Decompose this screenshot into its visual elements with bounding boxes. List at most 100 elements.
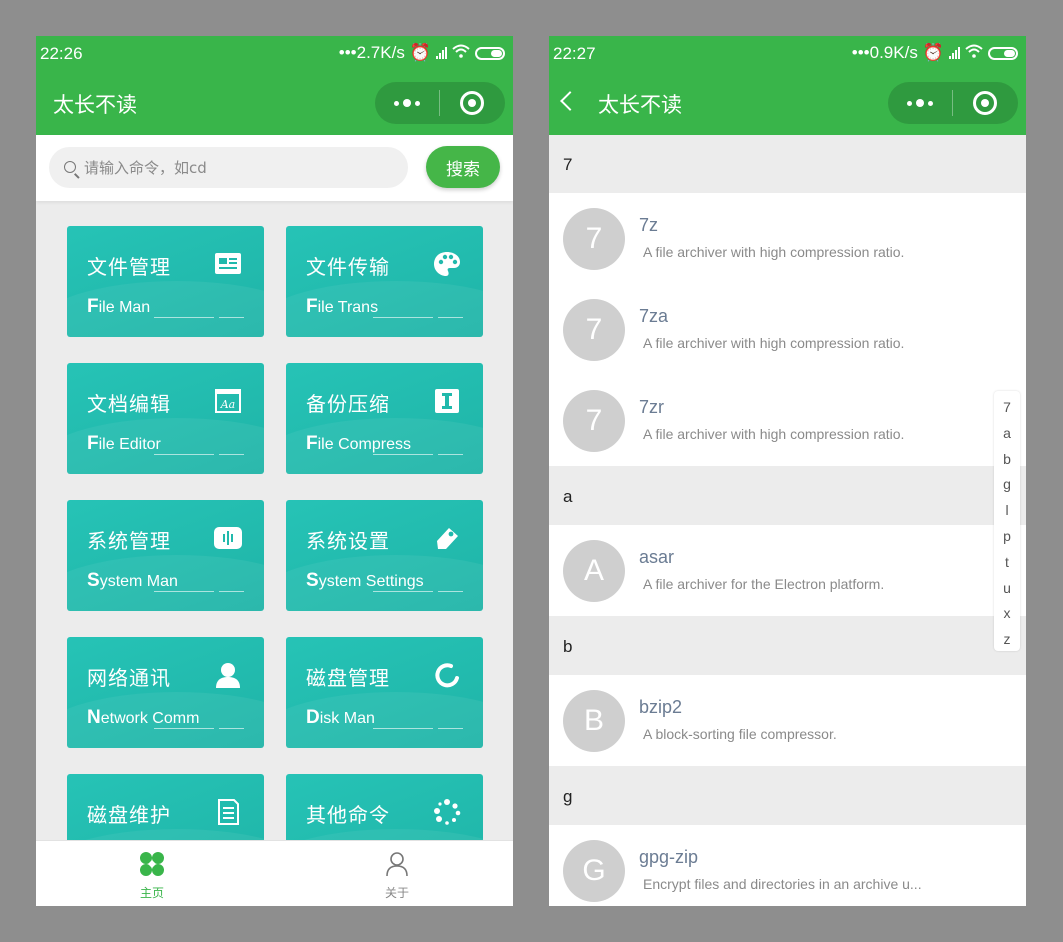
card-system-man[interactable]: 系统管理 System Man: [67, 500, 264, 611]
card-file-man[interactable]: 文件管理 File Man: [67, 226, 264, 337]
card-file-compress[interactable]: 备份压缩 File Compress: [286, 363, 483, 474]
command-desc: A file archiver with high compression ra…: [643, 335, 905, 351]
index-letter[interactable]: a: [1003, 421, 1011, 447]
page-title: 太长不读: [53, 93, 137, 117]
card-title-cn: 文件管理: [87, 255, 171, 279]
command-name: 7za: [639, 306, 669, 326]
status-bar: 22:26 •••2.7K/s ⏰: [36, 36, 513, 72]
card-file-editor[interactable]: 文档编辑 File Editor Aa: [67, 363, 264, 474]
index-letter[interactable]: p: [1003, 524, 1011, 550]
tab-home[interactable]: 主页: [122, 851, 182, 901]
card-title-cn: 磁盘管理: [306, 666, 390, 690]
index-letter[interactable]: t: [1005, 550, 1009, 576]
list-item[interactable]: B bzip2 A block-sorting file compressor.: [549, 675, 1026, 766]
spinner-icon: [434, 799, 461, 825]
tab-bar: 主页 关于: [36, 840, 513, 906]
tab-label: 关于: [384, 886, 409, 900]
nav-bar: 太长不读: [36, 72, 513, 135]
index-letter[interactable]: x: [1004, 601, 1011, 627]
card-title-cn: 其他命令: [306, 803, 390, 827]
signal-icon: [436, 47, 447, 59]
status-time: 22:27: [553, 44, 596, 63]
status-indicators: •••0.9K/s ⏰: [852, 43, 1018, 63]
close-miniprogram-button[interactable]: [440, 91, 504, 115]
card-network-comm[interactable]: 网络通讯 Network Comm: [67, 637, 264, 748]
list-item[interactable]: G gpg-zip Encrypt files and directories …: [549, 825, 1026, 906]
index-letter[interactable]: u: [1003, 576, 1011, 602]
card-title-cn: 文件传输: [306, 255, 390, 279]
list-item[interactable]: 7 7zr A file archiver with high compress…: [549, 375, 1026, 466]
command-desc: Encrypt files and directories in an arch…: [643, 876, 922, 892]
user-icon: [216, 663, 240, 688]
card-title-en: System Man: [87, 570, 178, 591]
status-bar: 22:27 •••0.9K/s ⏰: [549, 36, 1026, 72]
wifi-icon: [452, 43, 470, 63]
index-letter[interactable]: 7: [1003, 395, 1011, 421]
signal-icon: [949, 47, 960, 59]
tab-label: 主页: [139, 886, 164, 900]
eraser-icon: [437, 528, 458, 549]
search-bar: 搜索: [36, 135, 513, 201]
command-desc: A file archiver with high compression ra…: [643, 426, 905, 442]
command-desc: A block-sorting file compressor.: [643, 726, 837, 742]
avatar: 7: [563, 208, 625, 270]
command-name: 7zr: [639, 397, 665, 417]
battery-icon: [475, 46, 505, 60]
alphabet-index: 7 a b g l p t u x z: [994, 391, 1020, 651]
index-letter[interactable]: g: [1003, 472, 1011, 498]
card-system-settings[interactable]: 系统设置 System Settings: [286, 500, 483, 611]
miniprogram-capsule: [375, 82, 505, 124]
nav-bar: 太长不读: [549, 72, 1026, 135]
card-title-cn: 文档编辑: [87, 392, 171, 416]
card-title-cn: 系统管理: [87, 529, 171, 553]
avatar: 7: [563, 299, 625, 361]
network-speed: •••2.7K/s: [338, 43, 405, 62]
page-title: 太长不读: [598, 93, 682, 117]
search-input[interactable]: [49, 147, 408, 188]
svg-text:Aa: Aa: [220, 398, 236, 411]
battery-icon: [988, 46, 1018, 60]
card-title-en: File Trans: [306, 296, 379, 317]
wifi-icon: [965, 43, 983, 63]
card-title-en: Disk Man: [306, 707, 375, 728]
group-header-7: 7: [549, 135, 1026, 193]
command-name: bzip2: [639, 697, 683, 717]
card-title-en: File Man: [87, 296, 151, 317]
card-title-cn: 磁盘维护: [87, 803, 171, 827]
command-name: 7z: [639, 215, 659, 235]
more-button[interactable]: [888, 99, 952, 107]
search-button[interactable]: 搜索: [426, 146, 500, 188]
search-icon: [64, 161, 76, 173]
command-desc: A file archiver for the Electron platfor…: [643, 576, 885, 592]
avatar: A: [563, 540, 625, 602]
circle-notch-icon: [435, 663, 459, 688]
card-title-cn: 系统设置: [306, 529, 390, 553]
home-grid-icon: [140, 852, 164, 876]
equalizer-icon: [214, 527, 242, 549]
card-disk-man[interactable]: 磁盘管理 Disk Man: [286, 637, 483, 748]
list-item[interactable]: A asar A file archiver for the Electron …: [549, 525, 1026, 616]
close-miniprogram-button[interactable]: [953, 91, 1017, 115]
command-name: asar: [639, 547, 675, 567]
target-icon: [460, 91, 484, 115]
index-letter[interactable]: l: [1005, 498, 1008, 524]
tab-about[interactable]: 关于: [367, 851, 427, 901]
avatar: G: [563, 840, 625, 902]
font-icon: Aa: [215, 389, 241, 413]
group-header-a: a: [549, 467, 1026, 525]
card-title-en: Network Comm: [87, 707, 200, 728]
list-item[interactable]: 7 7za A file archiver with high compress…: [549, 284, 1026, 375]
card-title-cn: 网络通讯: [87, 666, 171, 690]
list-item[interactable]: 7 7z A file archiver with high compressi…: [549, 193, 1026, 284]
card-title-cn: 备份压缩: [306, 392, 390, 416]
home-screen: 22:26 •••2.7K/s ⏰ 太长不读 搜索 文件管理: [36, 36, 513, 906]
back-icon[interactable]: [560, 91, 580, 111]
card-file-trans[interactable]: 文件传输 File Trans: [286, 226, 483, 337]
more-button[interactable]: [375, 99, 439, 107]
target-icon: [973, 91, 997, 115]
status-time: 22:26: [40, 44, 83, 63]
index-letter[interactable]: z: [1004, 627, 1011, 653]
index-letter[interactable]: b: [1003, 447, 1011, 473]
id-card-icon: [215, 253, 241, 274]
network-speed: •••0.9K/s: [851, 43, 918, 62]
